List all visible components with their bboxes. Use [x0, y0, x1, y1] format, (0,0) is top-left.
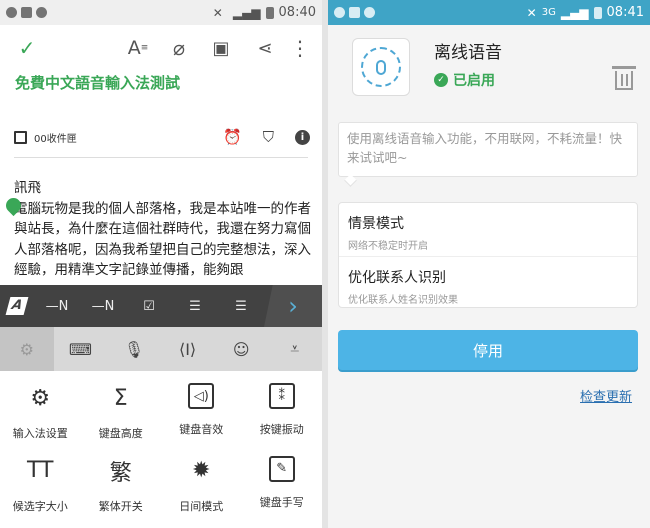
toolbar-tool-2[interactable]: —N [80, 299, 126, 314]
grid-label: 键盘音效 [179, 423, 224, 436]
settings-gear-icon[interactable]: ⚙ [0, 327, 54, 371]
screenshot-pair: ✕ ▂▄▆ 08:40 ✓ A ≡ ⌀ ▣ ⋖ ⋮ 免費中文語音輸入法測試 00收… [0, 0, 650, 528]
battery-icon [265, 6, 274, 19]
status-time: 08:41 [606, 5, 644, 20]
check-update-link[interactable]: 检查更新 [580, 386, 632, 405]
keyboard-sound-item[interactable]: ◁) 键盘音效 [161, 383, 242, 456]
day-mode-item[interactable]: ✹ 日间模式 [161, 456, 242, 528]
status-badge: ✓ 已启用 [434, 70, 495, 90]
info-icon[interactable]: i [295, 129, 310, 145]
grid-label: 候选字大小 [12, 499, 68, 513]
battery-icon [593, 6, 602, 19]
key-vibration-item[interactable]: ⁑ 按键振动 [242, 383, 323, 456]
note-meta-row: 00收件匣 ⏰ ⛉ i [14, 126, 310, 148]
font-size-icon: TT [27, 458, 54, 483]
option-title: 优化联系人识别 [348, 270, 446, 286]
network-label: 3G [541, 7, 556, 18]
notebook-icon [14, 130, 27, 144]
keyboard-settings-grid: ⚙ 输入法设置 Σ 键盘高度 ◁) 键盘音效 ⁑ 按键振动 TT 候选字大小 繁… [0, 371, 322, 528]
sun-icon: ✹ [192, 458, 211, 483]
notebook-label[interactable]: 00收件匣 [34, 130, 77, 145]
attachment-icon[interactable]: ⌀ [166, 28, 192, 68]
disable-button[interactable]: 停用 [338, 330, 638, 370]
checkbox-tool[interactable]: ☑ [126, 299, 172, 314]
traditional-chinese-icon: 繁 [109, 460, 132, 486]
grid-label: 日间模式 [179, 499, 224, 513]
input-settings-item[interactable]: ⚙ 输入法设置 [0, 383, 81, 456]
cursor-move-icon[interactable]: ⟨I⟩ [161, 327, 215, 371]
divider [339, 256, 637, 257]
emoji-icon[interactable]: ☺ [214, 327, 268, 371]
image-icon [349, 7, 360, 18]
grid-label: 输入法设置 [12, 427, 68, 440]
note-editor-screen: ✕ ▂▄▆ 08:40 ✓ A ≡ ⌀ ▣ ⋖ ⋮ 免費中文語音輸入法測試 00收… [0, 0, 322, 528]
image-icon [21, 7, 32, 18]
bullet-list-tool[interactable]: ☰ [218, 299, 264, 314]
page-title: 离线语音 [434, 43, 502, 63]
description-bubble: 使用离线语音输入功能，不用联网，不耗流量！快来试试吧~ [338, 122, 638, 177]
candidate-size-item[interactable]: TT 候选字大小 [0, 456, 81, 528]
chat-icon [6, 7, 17, 18]
status-time: 08:40 [278, 5, 316, 20]
keyboard-height-item[interactable]: Σ 键盘高度 [81, 383, 162, 456]
grid-label: 按键振动 [259, 423, 304, 436]
grid-label: 键盘高度 [98, 427, 143, 440]
status-bar: ✕ 3G ▂▄▆ 08:41 [328, 0, 650, 25]
option-contact-recognition[interactable]: 优化联系人识别 优化联系人姓名识别效果 [348, 267, 458, 306]
grid-label: 繁体开关 [98, 499, 143, 513]
circle-app-icon [364, 7, 375, 18]
insert-image-icon[interactable]: ▣ [208, 28, 234, 68]
alarm-icon[interactable]: ⏰ [223, 128, 242, 146]
signal-icon: ▂▄▆ [232, 5, 261, 20]
note-body[interactable]: 訊飛 電腦玩物是我的個人部落格，我是本站唯一的作者與站長，為什麼在這個社群時代，… [14, 178, 312, 281]
options-card: 情景模式 网络不稳定时开启 优化联系人识别 优化联系人姓名识别效果 [338, 202, 638, 308]
toolbar-tool-1[interactable]: —N [34, 299, 80, 314]
keyboard-logo[interactable]: A [0, 285, 34, 327]
list-tool[interactable]: ☰ [172, 299, 218, 314]
editor-toolbar: ✓ A ≡ ⌀ ▣ ⋖ ⋮ [0, 28, 322, 68]
check-icon[interactable]: ✓ [14, 28, 40, 68]
signal-icon: ▂▄▆ [560, 5, 589, 20]
vibration-icon: ⁑ [268, 383, 295, 409]
grid-label: 键盘手写 [259, 495, 304, 509]
microphone-icon[interactable]: 🎙 [107, 327, 161, 371]
note-title[interactable]: 免費中文語音輸入法測試 [15, 72, 180, 93]
mute-icon: ✕ [526, 5, 537, 20]
option-title: 情景模式 [348, 216, 404, 232]
text-format-icon[interactable]: A ≡ [124, 28, 152, 68]
more-menu-icon[interactable]: ⋮ [290, 28, 310, 68]
mute-icon: ✕ [212, 5, 223, 20]
pen-icon: ✎ [268, 455, 295, 482]
height-icon: Σ [113, 385, 128, 411]
share-icon[interactable]: ⋖ [252, 28, 278, 68]
chat-icon [334, 7, 345, 18]
keyboard-toolbar: A —N —N ☑ ☰ ☰ › [0, 285, 322, 327]
offline-voice-screen: ✕ 3G ▂▄▆ 08:41 离线语音 ✓ 已启用 使用离线语音输入功能，不用联… [328, 0, 650, 528]
hide-keyboard-icon[interactable]: ⩡ [268, 327, 322, 371]
status-label: 已启用 [453, 73, 495, 89]
chevron-right-icon[interactable]: › [264, 285, 322, 327]
option-subtitle: 网络不稳定时开启 [348, 241, 428, 252]
handwriting-item[interactable]: ✎ 键盘手写 [242, 455, 323, 528]
divider [14, 157, 308, 158]
gear-icon: ⚙ [30, 385, 51, 411]
speaker-icon: ◁) [188, 383, 215, 409]
traditional-toggle-item[interactable]: 繁 繁体开关 [81, 456, 162, 528]
offline-voice-icon [352, 38, 410, 96]
keyboard-icon[interactable]: ⌨ [54, 327, 108, 371]
trash-icon[interactable] [612, 66, 636, 90]
check-circle-icon: ✓ [434, 73, 448, 87]
keyboard-function-bar: ⚙ ⌨ 🎙 ⟨I⟩ ☺ ⩡ [0, 327, 322, 371]
status-bar: ✕ ▂▄▆ 08:40 [0, 0, 322, 25]
tag-icon[interactable]: ⛉ [263, 128, 274, 146]
circle-app-icon [36, 7, 47, 18]
microphone-icon [361, 47, 401, 87]
option-subtitle: 优化联系人姓名识别效果 [348, 295, 458, 306]
option-scene-mode[interactable]: 情景模式 网络不稳定时开启 [348, 213, 428, 252]
